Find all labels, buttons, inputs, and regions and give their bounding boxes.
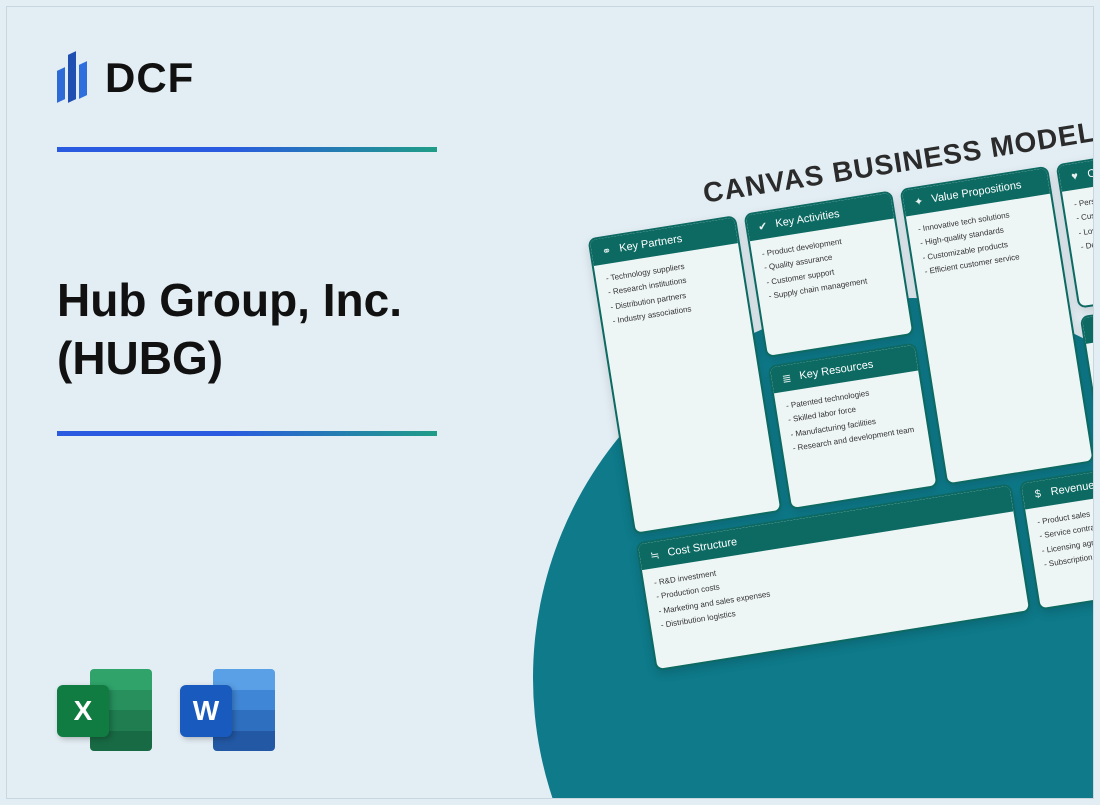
logo-text: DCF (105, 54, 194, 102)
block-title: Cost Structure (667, 536, 738, 559)
left-column: DCF Hub Group, Inc. (HUBG) (57, 47, 487, 436)
file-type-icons: X W (57, 663, 275, 758)
sliders-icon: ≒ (647, 547, 663, 563)
brand-logo: DCF (57, 47, 487, 109)
link-icon: ⚭ (599, 243, 615, 259)
page-title: Hub Group, Inc. (HUBG) (57, 272, 487, 387)
divider-bottom (57, 431, 437, 436)
database-icon: ≣ (779, 370, 795, 386)
heart-icon: ♥ (1067, 169, 1083, 185)
block-key-activities: ✔Key Activities Product development Qual… (744, 190, 915, 358)
block-title: Key Activities (775, 208, 841, 230)
money-icon: $ (1030, 486, 1046, 502)
bars-icon (57, 47, 91, 109)
activity-icon: ✔ (755, 218, 771, 234)
word-badge: W (180, 685, 232, 737)
excel-icon: X (57, 663, 152, 758)
divider-top (57, 147, 437, 152)
block-title: Key Partners (618, 233, 683, 255)
block-key-resources: ≣Key Resources Patented technologies Ski… (768, 343, 939, 511)
block-title: Revenue S (1050, 478, 1094, 498)
excel-badge: X (57, 685, 109, 737)
word-icon: W (180, 663, 275, 758)
document-frame: DCF Hub Group, Inc. (HUBG) X W CANVAS BU… (6, 6, 1094, 799)
canvas-diagram: CANVAS BUSINESS MODEL ⚭Key Partners Tech… (581, 97, 1094, 671)
gift-icon: ✦ (911, 193, 927, 209)
truck-icon: ▤ (1091, 321, 1094, 337)
block-title: C (1087, 167, 1094, 180)
